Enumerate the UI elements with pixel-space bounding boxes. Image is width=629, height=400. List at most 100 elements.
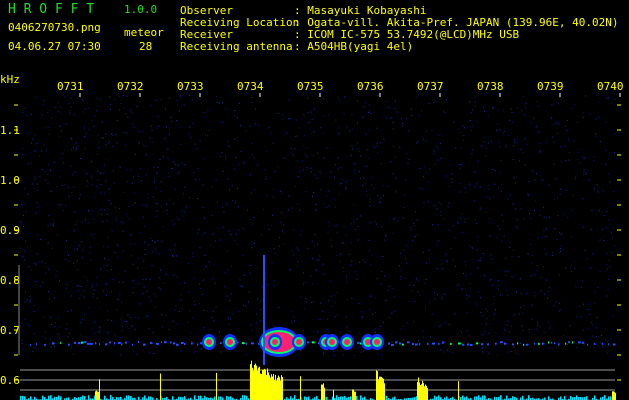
noise-dot	[428, 181, 430, 183]
noise-dot	[195, 148, 197, 150]
noise-dot	[134, 316, 136, 318]
level-bar-low	[364, 396, 366, 400]
carrier-dot	[467, 343, 470, 346]
noise-dot	[166, 209, 168, 211]
noise-dot	[536, 328, 538, 330]
noise-dot	[203, 217, 205, 219]
noise-dot	[35, 150, 37, 152]
noise-dot	[253, 217, 255, 219]
noise-dot	[189, 127, 191, 129]
noise-dot	[304, 135, 306, 137]
noise-dot	[339, 254, 341, 256]
noise-dot	[483, 141, 485, 143]
noise-dot	[327, 299, 329, 301]
noise-dot	[534, 209, 536, 211]
noise-dot	[322, 263, 324, 265]
noise-dot	[165, 126, 167, 128]
noise-dot	[511, 256, 513, 258]
noise-dot	[493, 295, 495, 297]
noise-dot	[564, 125, 566, 127]
noise-dot	[310, 275, 312, 277]
noise-dot	[481, 146, 483, 148]
noise-dot	[433, 292, 435, 294]
noise-dot	[99, 208, 101, 210]
noise-dot	[67, 310, 69, 312]
noise-dot	[227, 269, 229, 271]
noise-dot	[351, 144, 353, 146]
noise-dot	[197, 168, 199, 170]
level-bar-low	[476, 396, 478, 400]
noise-dot	[497, 123, 499, 125]
noise-dot	[153, 293, 155, 295]
level-bar-high	[275, 374, 276, 400]
noise-dot	[90, 259, 92, 261]
noise-dot	[320, 302, 322, 304]
noise-dot	[614, 133, 616, 135]
noise-dot	[181, 309, 183, 311]
noise-dot	[231, 266, 233, 268]
noise-dot	[509, 119, 511, 121]
noise-dot	[461, 213, 463, 215]
level-bar-high	[417, 381, 418, 400]
noise-dot	[94, 333, 96, 335]
noise-dot	[60, 113, 62, 115]
noise-dot	[374, 221, 376, 223]
noise-dot	[76, 146, 78, 148]
noise-dot	[155, 127, 157, 129]
noise-dot	[325, 352, 327, 354]
noise-dot	[42, 335, 44, 337]
noise-dot	[127, 116, 129, 118]
noise-dot	[30, 142, 32, 144]
noise-dot	[22, 154, 24, 156]
noise-dot	[191, 99, 193, 101]
noise-dot	[583, 171, 585, 173]
noise-dot	[200, 347, 202, 349]
noise-dot	[70, 310, 72, 312]
noise-dot	[426, 172, 428, 174]
noise-dot	[84, 314, 86, 316]
noise-dot	[405, 277, 407, 279]
noise-dot	[271, 224, 273, 226]
noise-dot	[176, 323, 178, 325]
noise-dot	[30, 162, 32, 164]
noise-dot	[60, 107, 62, 109]
noise-dot	[537, 324, 539, 326]
noise-dot	[507, 351, 509, 353]
noise-dot	[113, 182, 115, 184]
noise-dot	[512, 121, 514, 123]
noise-dot	[161, 181, 163, 183]
noise-dot	[402, 339, 404, 341]
noise-dot	[312, 301, 314, 303]
noise-dot	[380, 283, 382, 285]
noise-dot	[99, 329, 101, 331]
noise-dot	[277, 166, 279, 168]
noise-dot	[226, 295, 228, 297]
noise-dot	[130, 169, 132, 171]
noise-dot	[78, 285, 80, 287]
noise-dot	[60, 203, 62, 205]
noise-dot	[507, 320, 509, 322]
noise-dot	[121, 301, 123, 303]
carrier-dot	[78, 342, 81, 345]
noise-dot	[203, 278, 205, 280]
noise-dot	[406, 245, 408, 247]
noise-dot	[43, 171, 45, 173]
noise-dot	[359, 178, 361, 180]
noise-dot	[428, 102, 430, 104]
noise-dot	[365, 183, 367, 185]
noise-dot	[86, 345, 88, 347]
noise-dot	[98, 147, 100, 149]
noise-dot	[280, 211, 282, 213]
noise-dot	[225, 157, 227, 159]
noise-dot	[338, 133, 340, 135]
noise-dot	[132, 292, 134, 294]
noise-dot	[534, 179, 536, 181]
noise-dot	[122, 230, 124, 232]
meteor-echo-core	[329, 339, 335, 345]
noise-dot	[392, 128, 394, 130]
noise-dot	[234, 240, 236, 242]
level-bar-high	[418, 377, 419, 400]
noise-dot	[25, 114, 27, 116]
noise-dot	[480, 311, 482, 313]
noise-dot	[152, 196, 154, 198]
